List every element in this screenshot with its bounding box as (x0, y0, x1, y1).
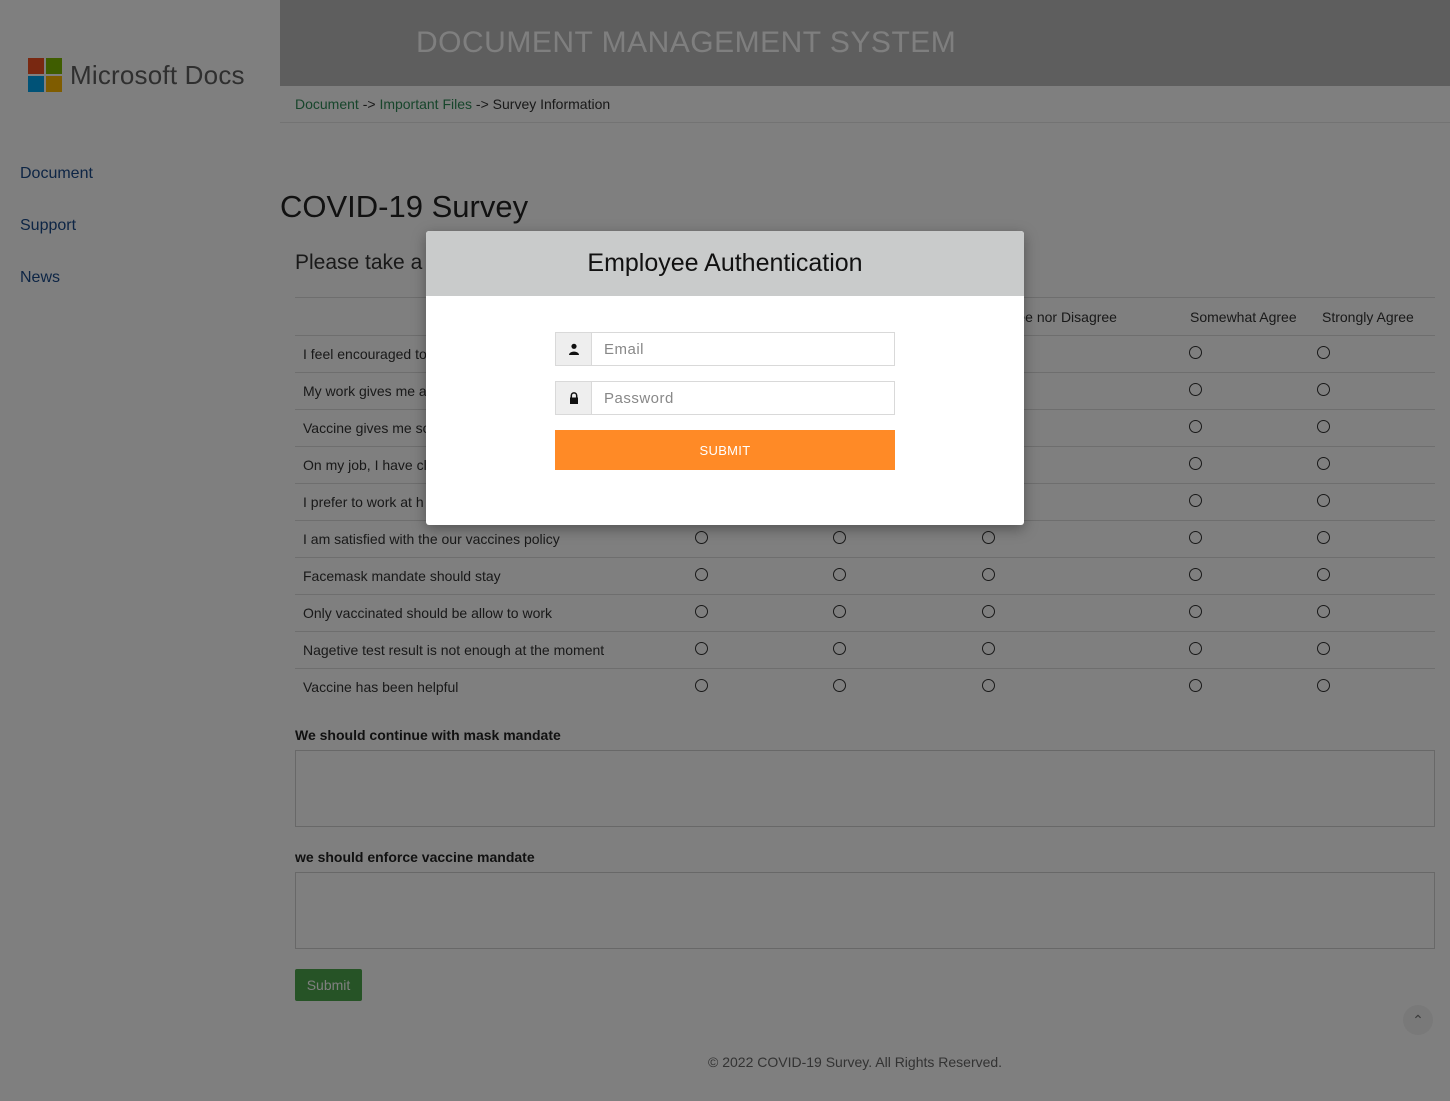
modal-submit-button[interactable]: SUBMIT (555, 430, 895, 470)
password-input[interactable] (592, 382, 894, 414)
password-input-group (555, 381, 895, 415)
modal-title: Employee Authentication (426, 231, 1024, 296)
email-input-group (555, 332, 895, 366)
lock-icon (556, 382, 592, 414)
auth-modal: Employee Authentication SUBMIT (426, 231, 1024, 525)
email-input[interactable] (592, 333, 894, 365)
modal-backdrop[interactable] (0, 0, 1450, 1101)
user-icon (556, 333, 592, 365)
